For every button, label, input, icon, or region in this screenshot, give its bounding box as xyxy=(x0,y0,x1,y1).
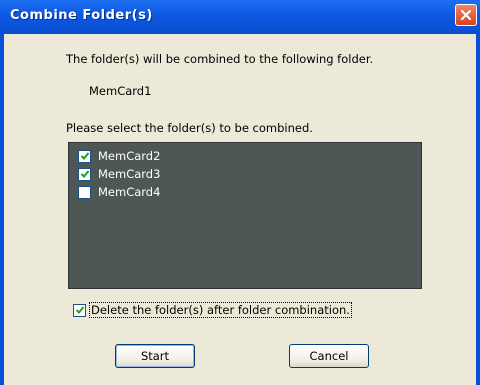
checkmark-icon xyxy=(80,152,89,160)
checkmark-icon xyxy=(75,306,84,314)
delete-after-combine-checkbox[interactable] xyxy=(73,303,86,317)
select-prompt: Please select the folder(s) to be combin… xyxy=(66,121,313,135)
combine-folders-dialog: Combine Folder(s) The folder(s) will be … xyxy=(0,0,480,385)
checkmark-icon xyxy=(80,170,89,178)
intro-text: The folder(s) will be combined to the fo… xyxy=(66,52,374,66)
checkbox-memcard3[interactable] xyxy=(78,167,91,181)
list-item-memcard3[interactable]: MemCard3 xyxy=(78,166,160,182)
list-item-label: MemCard4 xyxy=(98,185,161,199)
close-icon xyxy=(460,9,472,21)
list-item-label: MemCard2 xyxy=(98,149,161,163)
checkbox-memcard2[interactable] xyxy=(78,149,91,163)
cancel-button[interactable]: Cancel xyxy=(289,344,369,368)
window-title: Combine Folder(s) xyxy=(10,8,153,23)
list-item-memcard2[interactable]: MemCard2 xyxy=(78,148,160,164)
close-button[interactable] xyxy=(455,4,477,26)
start-button[interactable]: Start xyxy=(115,344,195,368)
target-folder-name: MemCard1 xyxy=(89,84,152,98)
list-item-memcard4[interactable]: MemCard4 xyxy=(78,184,160,200)
folder-listbox[interactable]: MemCard2 MemCard3 MemCard4 xyxy=(68,142,422,289)
list-item-label: MemCard3 xyxy=(98,167,161,181)
dialog-body: The folder(s) will be combined to the fo… xyxy=(4,34,476,385)
checkbox-memcard4[interactable] xyxy=(78,185,91,199)
title-bar[interactable]: Combine Folder(s) xyxy=(0,0,480,34)
delete-after-combine-label[interactable]: Delete the folder(s) after folder combin… xyxy=(89,302,352,318)
delete-after-combine-option[interactable]: Delete the folder(s) after folder combin… xyxy=(73,301,352,319)
